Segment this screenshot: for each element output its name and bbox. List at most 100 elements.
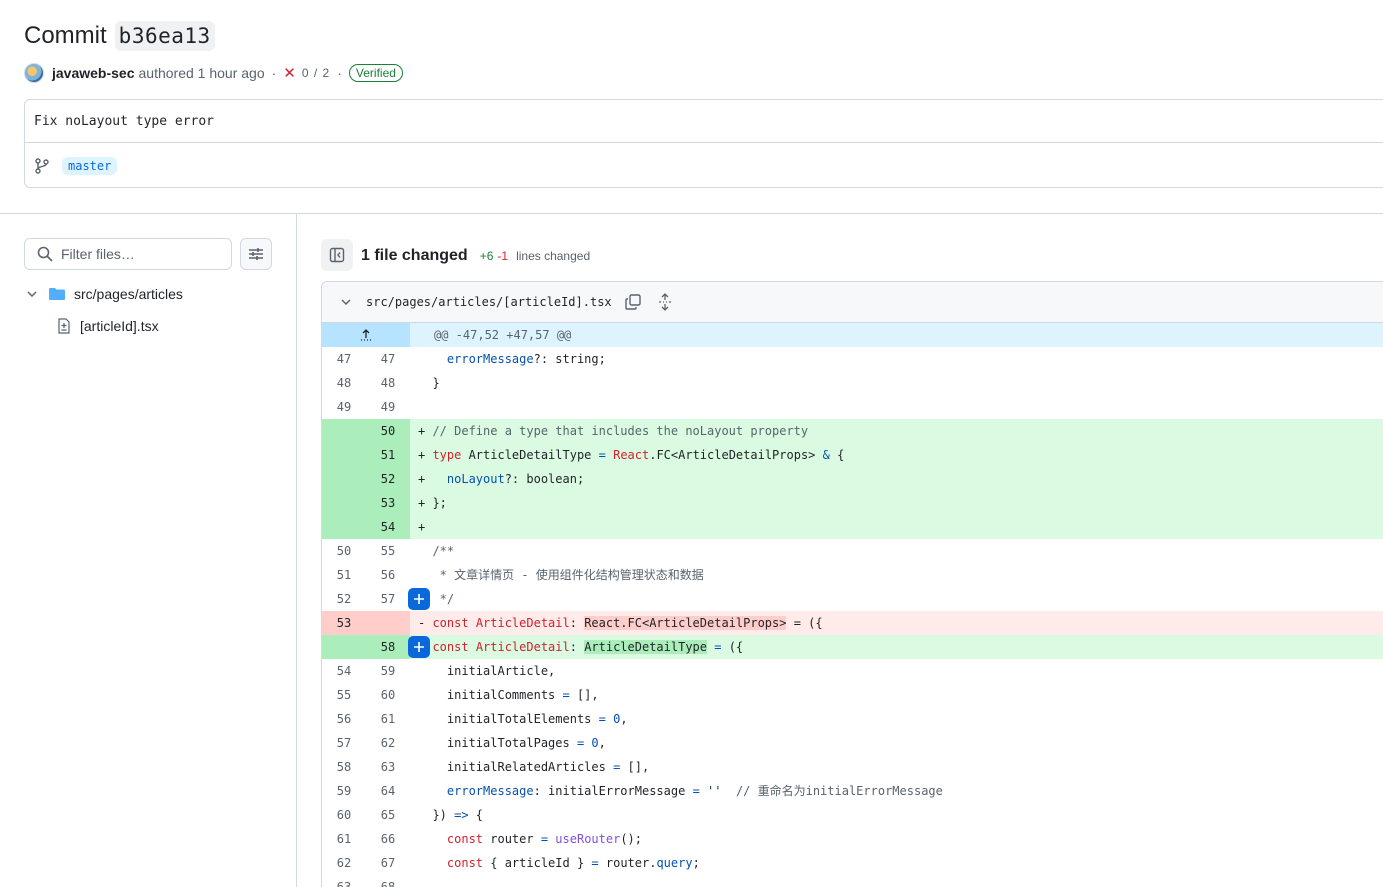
- new-line-number[interactable]: [366, 611, 410, 635]
- new-line-number[interactable]: 63: [366, 755, 410, 779]
- old-line-number[interactable]: 52: [322, 587, 366, 611]
- old-line-number[interactable]: [322, 491, 366, 515]
- old-line-number[interactable]: [322, 419, 366, 443]
- new-line-number[interactable]: 61: [366, 707, 410, 731]
- sidebar-divider: [296, 214, 297, 887]
- new-line-number[interactable]: 47: [366, 347, 410, 371]
- verified-badge[interactable]: Verified: [348, 64, 403, 82]
- commit-sha[interactable]: b36ea13: [114, 21, 215, 51]
- old-line-number[interactable]: 54: [322, 659, 366, 683]
- diff-line[interactable]: 50 55 /**: [322, 539, 1383, 563]
- diff-line[interactable]: 47 47 errorMessage?: string;: [322, 347, 1383, 371]
- new-line-number[interactable]: 56: [366, 563, 410, 587]
- page-title: Commit b36ea13: [24, 18, 215, 54]
- commit-message: Fix noLayout type error: [34, 114, 215, 129]
- diff-line[interactable]: 51 56 * 文章详情页 - 使用组件化结构管理状态和数据: [322, 563, 1383, 587]
- diff-line[interactable]: 54 59 initialArticle,: [322, 659, 1383, 683]
- diff-line[interactable]: 62 67 const { articleId } = router.query…: [322, 851, 1383, 875]
- x-icon[interactable]: ✕: [283, 64, 296, 82]
- diff-line-added[interactable]: 54 +: [322, 515, 1383, 539]
- diff-line-added[interactable]: 50 + // Define a type that includes the …: [322, 419, 1383, 443]
- new-line-number[interactable]: 66: [366, 827, 410, 851]
- old-line-number[interactable]: [322, 635, 366, 659]
- new-line-number[interactable]: 52: [366, 467, 410, 491]
- tree-file-label: [articleId].tsx: [80, 318, 159, 334]
- diff-line[interactable]: 60 65 }) => {: [322, 803, 1383, 827]
- expand-up-button[interactable]: [322, 323, 410, 347]
- new-line-number[interactable]: 55: [366, 539, 410, 563]
- tree-folder-item[interactable]: src/pages/articles: [24, 282, 183, 306]
- diff-line-deleted[interactable]: 53 - const ArticleDetail: React.FC<Artic…: [322, 611, 1383, 635]
- new-line-number[interactable]: 58: [366, 635, 410, 659]
- code-line: +: [410, 515, 1383, 539]
- new-line-number[interactable]: 65: [366, 803, 410, 827]
- chevron-down-icon[interactable]: [24, 286, 40, 302]
- expand-all-icon[interactable]: [656, 293, 674, 311]
- old-line-number[interactable]: 58: [322, 755, 366, 779]
- old-line-number[interactable]: 62: [322, 851, 366, 875]
- branch-tag[interactable]: master: [62, 157, 118, 175]
- new-line-number[interactable]: 60: [366, 683, 410, 707]
- diff-line-added[interactable]: 58 const ArticleDetail: ArticleDetailTyp…: [322, 635, 1383, 659]
- old-line-number[interactable]: 57: [322, 731, 366, 755]
- deletions-count: -1: [497, 249, 509, 263]
- diff-line-added[interactable]: 52 + noLayout?: boolean;: [322, 467, 1383, 491]
- new-line-number[interactable]: 67: [366, 851, 410, 875]
- new-line-number[interactable]: 51: [366, 443, 410, 467]
- diff-line[interactable]: 59 64 errorMessage: initialErrorMessage …: [322, 779, 1383, 803]
- old-line-number[interactable]: [322, 515, 366, 539]
- new-line-number[interactable]: 57: [366, 587, 410, 611]
- diff-line-added[interactable]: 53 + };: [322, 491, 1383, 515]
- checks-count[interactable]: 0 / 2: [302, 66, 330, 80]
- new-line-number[interactable]: 68: [366, 875, 410, 887]
- new-line-number[interactable]: 62: [366, 731, 410, 755]
- old-line-number[interactable]: 48: [322, 371, 366, 395]
- new-line-number[interactable]: 64: [366, 779, 410, 803]
- new-line-number[interactable]: 49: [366, 395, 410, 419]
- diff-line[interactable]: 58 63 initialRelatedArticles = [],: [322, 755, 1383, 779]
- old-line-number[interactable]: 59: [322, 779, 366, 803]
- copy-icon[interactable]: [624, 293, 642, 311]
- old-line-number[interactable]: [322, 467, 366, 491]
- old-line-number[interactable]: 60: [322, 803, 366, 827]
- author-link[interactable]: javaweb-sec: [52, 65, 135, 81]
- old-line-number[interactable]: 51: [322, 563, 366, 587]
- tree-file-item[interactable]: [articleId].tsx: [56, 314, 159, 338]
- code-line: initialComments = [],: [418, 688, 599, 702]
- new-line-number[interactable]: 48: [366, 371, 410, 395]
- toggle-file-tree-button[interactable]: [321, 239, 353, 271]
- old-line-number[interactable]: 56: [322, 707, 366, 731]
- diff-line[interactable]: 49 49: [322, 395, 1383, 419]
- new-line-number[interactable]: 59: [366, 659, 410, 683]
- avatar[interactable]: [24, 63, 44, 83]
- add-comment-button[interactable]: [408, 636, 430, 658]
- diff-line[interactable]: 56 61 initialTotalElements = 0,: [322, 707, 1383, 731]
- new-line-number[interactable]: 53: [366, 491, 410, 515]
- filter-settings-button[interactable]: [240, 238, 272, 270]
- file-path[interactable]: src/pages/articles/[articleId].tsx: [366, 295, 612, 309]
- old-line-number[interactable]: 63: [322, 875, 366, 887]
- old-line-number[interactable]: 55: [322, 683, 366, 707]
- old-line-number[interactable]: 47: [322, 347, 366, 371]
- diff-line[interactable]: 57 62 initialTotalPages = 0,: [322, 731, 1383, 755]
- old-line-number[interactable]: [322, 443, 366, 467]
- diff-line[interactable]: 61 66 const router = useRouter();: [322, 827, 1383, 851]
- chevron-down-icon[interactable]: [338, 294, 354, 310]
- commit-meta: javaweb-sec authored 1 hour ago · ✕ 0 / …: [24, 62, 403, 84]
- diff-line[interactable]: 63 68: [322, 875, 1383, 887]
- diff-line[interactable]: 52 57 */: [322, 587, 1383, 611]
- old-line-number[interactable]: 49: [322, 395, 366, 419]
- old-line-number[interactable]: 61: [322, 827, 366, 851]
- new-line-number[interactable]: 54: [366, 515, 410, 539]
- filter-files-field[interactable]: [24, 238, 232, 270]
- sidebar-collapse-icon: [329, 247, 345, 263]
- diff-line[interactable]: 55 60 initialComments = [],: [322, 683, 1383, 707]
- old-line-number[interactable]: 53: [322, 611, 366, 635]
- old-line-number[interactable]: 50: [322, 539, 366, 563]
- diff-line-added[interactable]: 51 + type ArticleDetailType = React.FC<A…: [322, 443, 1383, 467]
- add-comment-button[interactable]: [408, 588, 430, 610]
- diff-line[interactable]: 48 48 }: [322, 371, 1383, 395]
- filter-files-input[interactable]: [61, 246, 221, 262]
- new-line-number[interactable]: 50: [366, 419, 410, 443]
- authored-time: authored 1 hour ago: [138, 65, 265, 81]
